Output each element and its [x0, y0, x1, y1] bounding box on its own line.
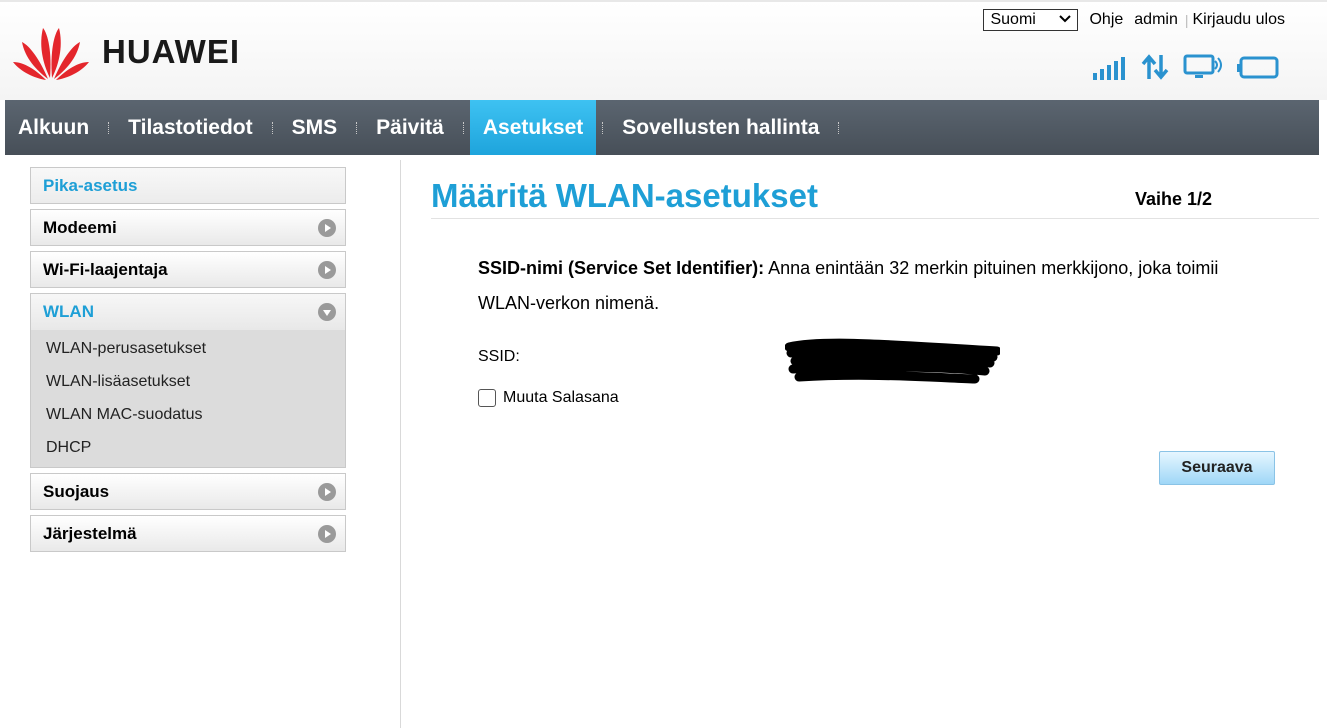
submenu-wlan-perusasetukset[interactable]: WLAN-perusasetukset	[31, 332, 345, 365]
content-divider	[400, 160, 401, 728]
next-button[interactable]: Seuraava	[1159, 451, 1275, 485]
sidebar-item-label: WLAN	[43, 302, 94, 321]
change-password-checkbox[interactable]	[478, 389, 496, 407]
language-select[interactable]: Suomi	[983, 9, 1079, 31]
change-password-row: Muuta Salasana	[478, 389, 619, 407]
ssid-description: SSID-nimi (Service Set Identifier): Anna…	[478, 251, 1278, 321]
data-transfer-icon	[1141, 54, 1169, 80]
nav-sms[interactable]: SMS	[279, 100, 351, 155]
computer-connection-icon	[1183, 54, 1222, 78]
header: HUAWEI Suomi Ohje admin | Kirjaudu ulos	[0, 0, 1327, 100]
change-password-label[interactable]: Muuta Salasana	[503, 389, 619, 407]
nav-separator	[602, 121, 604, 134]
nav-tilastotiedot[interactable]: Tilastotiedot	[115, 100, 265, 155]
nav-separator	[462, 121, 464, 134]
help-link[interactable]: Ohje	[1089, 11, 1123, 29]
status-icons	[1093, 54, 1279, 80]
title-divider	[431, 218, 1319, 219]
nav-separator	[108, 121, 110, 134]
chevron-right-icon	[318, 482, 336, 501]
submenu-wlan-lisaasetukset[interactable]: WLAN-lisäasetukset	[31, 365, 345, 398]
nav-separator	[271, 121, 273, 134]
sidebar-item-wifi-laajentaja[interactable]: Wi-Fi-laajentaja	[30, 251, 346, 288]
sidebar-item-wlan[interactable]: WLAN	[31, 294, 345, 330]
chevron-right-icon	[318, 218, 336, 237]
language-value: Suomi	[990, 11, 1036, 28]
page-title: Määritä WLAN-asetukset	[431, 177, 818, 214]
sidebar-item-pika-asetus[interactable]: Pika-asetus	[30, 167, 346, 204]
nav-asetukset[interactable]: Asetukset	[469, 100, 597, 155]
sidebar-item-suojaus[interactable]: Suojaus	[30, 473, 346, 510]
ssid-label: SSID:	[478, 348, 520, 365]
chevron-down-icon	[318, 303, 336, 321]
sidebar-item-label: Järjestelmä	[43, 523, 137, 543]
nav-alkuun[interactable]: Alkuun	[5, 100, 102, 155]
wlan-submenu: WLAN-perusasetukset WLAN-lisäasetukset W…	[31, 330, 345, 467]
battery-icon	[1237, 56, 1279, 79]
sidebar-item-modeemi[interactable]: Modeemi	[30, 209, 346, 246]
sidebar-item-jarjestelma[interactable]: Järjestelmä	[30, 515, 346, 552]
brand-name: HUAWEI	[102, 33, 240, 70]
ssid-description-heading: SSID-nimi (Service Set Identifier):	[478, 258, 765, 278]
redaction-scribble-icon	[784, 338, 1002, 384]
chevron-right-icon	[318, 524, 336, 543]
sidebar-item-label: Pika-asetus	[43, 175, 138, 195]
submenu-wlan-mac-suodatus[interactable]: WLAN MAC-suodatus	[31, 398, 345, 431]
sidebar-item-label: Modeemi	[43, 217, 117, 237]
nav-separator	[356, 121, 358, 134]
signal-strength-icon	[1093, 57, 1125, 80]
nav-sovellusten-hallinta[interactable]: Sovellusten hallinta	[609, 100, 832, 155]
nav-separator	[838, 121, 840, 134]
chevron-down-icon	[1059, 14, 1072, 26]
step-indicator: Vaihe 1/2	[1134, 189, 1212, 209]
sidebar-group-wlan: WLAN WLAN-perusasetukset WLAN-lisäasetuk…	[30, 293, 346, 468]
huawei-logo: HUAWEI	[12, 22, 240, 82]
chevron-right-icon	[318, 260, 336, 279]
sidebar: Pika-asetus Modeemi Wi-Fi-laajentaja WLA…	[30, 167, 346, 557]
submenu-dhcp[interactable]: DHCP	[31, 431, 345, 464]
main-nav: Alkuun Tilastotiedot SMS Päivitä Asetuks…	[5, 100, 1319, 155]
huawei-flower-icon	[13, 28, 89, 80]
sidebar-item-label: Wi-Fi-laajentaja	[43, 259, 168, 279]
top-links: Suomi Ohje admin | Kirjaudu ulos	[983, 9, 1285, 31]
sidebar-item-label: Suojaus	[43, 481, 110, 501]
logout-link[interactable]: Kirjaudu ulos	[1193, 11, 1286, 29]
ssid-redacted-value	[784, 337, 1002, 394]
nav-paivita[interactable]: Päivitä	[363, 100, 457, 155]
separator: |	[1184, 12, 1189, 28]
user-link[interactable]: admin	[1134, 11, 1178, 29]
